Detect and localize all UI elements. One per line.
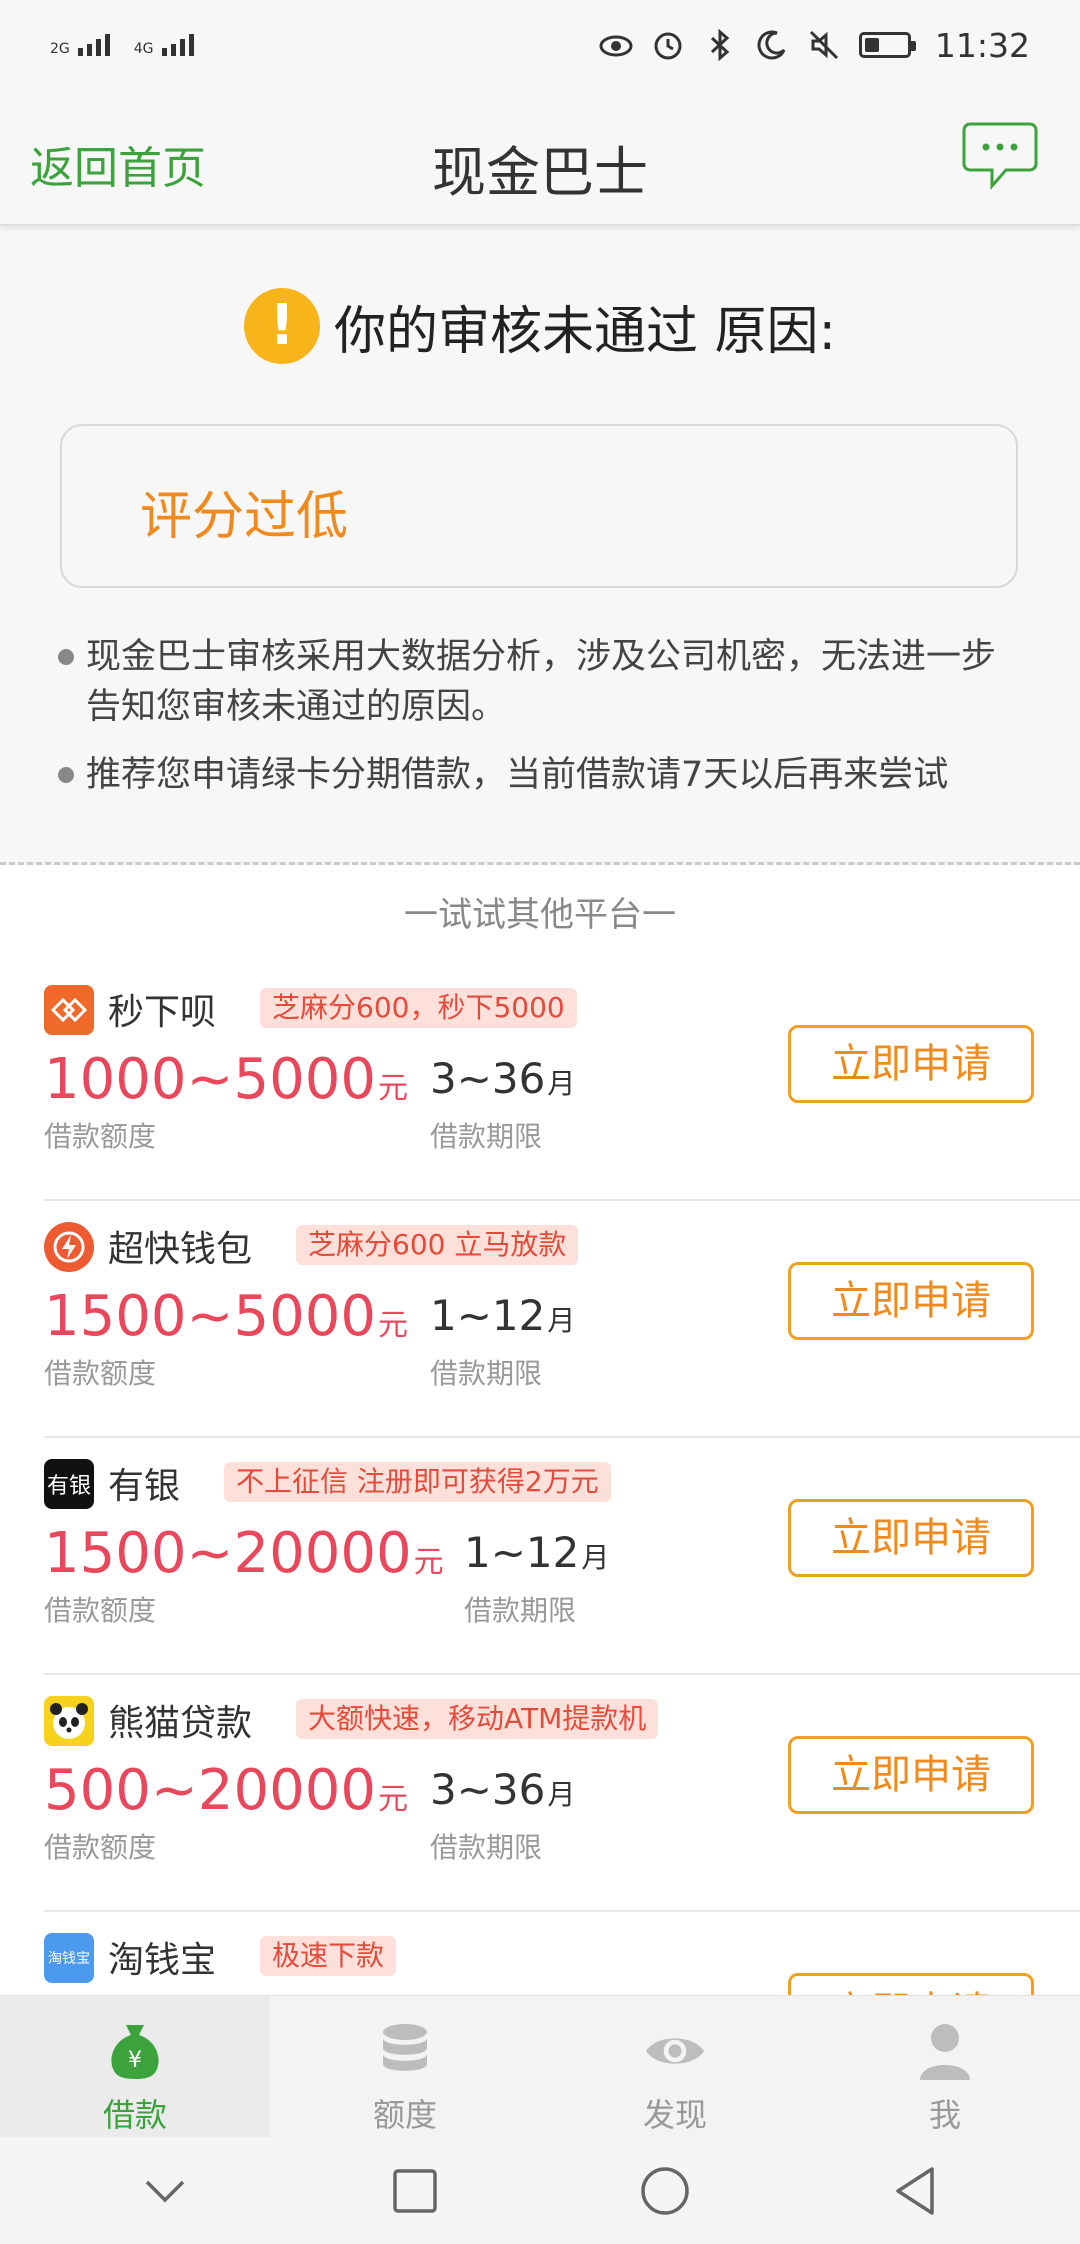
recents-square-icon[interactable] <box>385 2161 445 2221</box>
back-triangle-icon[interactable] <box>885 2161 945 2221</box>
platform-tag: 芝麻分600 立马放款 <box>296 1225 579 1265</box>
bullet-icon <box>58 649 74 665</box>
review-status-text: 你的审核未通过 原因: <box>333 301 837 362</box>
panda-logo-icon <box>44 1696 94 1746</box>
apply-button[interactable]: 立即申请 <box>788 1025 1034 1103</box>
tab-discover[interactable]: 发现 <box>540 1996 810 2138</box>
tab-me[interactable]: 我 <box>810 1996 1080 2138</box>
warning-icon: ! <box>243 288 320 364</box>
person-icon <box>914 2020 976 2082</box>
battery-icon <box>858 32 916 58</box>
platform-logo-icon <box>44 985 94 1035</box>
review-notes: 现金巴士审核采用大数据分析，涉及公司机密，无法进一步告知您审核未通过的原因。 推… <box>58 632 1018 818</box>
mute-icon <box>807 28 841 62</box>
term-label: 借款期限 <box>430 1120 543 1153</box>
note-item: 现金巴士审核采用大数据分析，涉及公司机密，无法进一步告知您审核未通过的原因。 <box>58 632 1018 732</box>
lightning-logo-icon <box>44 1222 94 1272</box>
page-title: 现金巴士 <box>432 141 648 204</box>
eye-comfort-icon <box>599 28 633 62</box>
platform-tag: 芝麻分600，秒下5000 <box>260 988 577 1028</box>
chat-bubble-icon <box>962 122 1038 190</box>
svg-text:¥: ¥ <box>128 2048 142 2073</box>
home-circle-icon[interactable] <box>635 2161 695 2221</box>
platform-item[interactable]: 超快钱包 芝麻分600 立马放款 1500~5000元 借款额度 1~12月 借… <box>0 1202 1080 1438</box>
moon-icon <box>755 28 789 62</box>
reason-text: 评分过低 <box>140 487 349 547</box>
eye-icon <box>644 2020 706 2082</box>
apply-button[interactable]: 立即申请 <box>788 1262 1034 1340</box>
term-label: 借款期限 <box>430 1831 543 1864</box>
amount-label: 借款额度 <box>44 1120 157 1153</box>
term-label: 借款期限 <box>430 1357 543 1390</box>
loan-term: 3~36月 <box>430 1765 576 1814</box>
loan-amount: 1500~5000元 <box>44 1284 408 1349</box>
amount-label: 借款额度 <box>44 1831 157 1864</box>
note-item: 推荐您申请绿卡分期借款，当前借款请7天以后再来尝试 <box>58 750 1018 800</box>
youyin-logo-icon: 有银 <box>44 1459 94 1509</box>
tab-loan[interactable]: ¥ 借款 <box>0 1996 270 2138</box>
money-bag-icon: ¥ <box>104 2020 166 2082</box>
amount-label: 借款额度 <box>44 1594 157 1627</box>
apply-button[interactable]: 立即申请 <box>788 1499 1034 1577</box>
platform-tag: 大额快速，移动ATM提款机 <box>296 1699 659 1739</box>
clock: 11:32 <box>934 25 1030 65</box>
alarm-icon <box>651 28 685 62</box>
amount-label: 借款额度 <box>44 1357 157 1390</box>
platform-name: 超快钱包 <box>108 1229 253 1270</box>
message-button[interactable] <box>962 120 1038 192</box>
system-nav-bar <box>0 2137 1080 2244</box>
platform-item[interactable]: 秒下呗 芝麻分600，秒下5000 1000~5000元 借款额度 3~36月 … <box>0 965 1080 1201</box>
signal-4g-icon: 4G <box>134 34 194 56</box>
platform-item[interactable]: 有银 有银 不上征信 注册即可获得2万元 1500~20000元 借款额度 1~… <box>0 1439 1080 1675</box>
coin-stack-icon <box>374 2020 436 2082</box>
apply-button[interactable]: 立即申请 <box>788 1973 1034 1995</box>
bullet-icon <box>58 767 74 783</box>
platform-name: 有银 <box>108 1466 181 1507</box>
apply-button[interactable]: 立即申请 <box>788 1736 1034 1814</box>
section-title: 一试试其他平台一 <box>404 895 676 935</box>
platform-name: 淘钱宝 <box>108 1940 217 1981</box>
loan-amount: 1500~20000元 <box>44 1521 444 1586</box>
signal-2g-icon: 2G <box>50 34 110 56</box>
platform-list[interactable]: 一试试其他平台一 秒下呗 芝麻分600，秒下5000 1000~5000元 借款… <box>0 865 1080 1995</box>
status-bar: 2G 4G 11:32 <box>0 0 1080 90</box>
taoqianbao-logo-icon: 淘钱宝 <box>44 1933 94 1983</box>
reason-box: 评分过低 <box>60 424 1018 588</box>
app-header: 返回首页 现金巴士 <box>0 90 1080 226</box>
tab-quota[interactable]: 额度 <box>270 1996 540 2138</box>
platform-tag: 极速下款 <box>260 1936 397 1976</box>
platform-tag: 不上征信 注册即可获得2万元 <box>224 1462 611 1502</box>
bluetooth-icon <box>703 28 737 62</box>
platform-name: 秒下呗 <box>108 992 217 1033</box>
platform-name: 熊猫贷款 <box>108 1703 253 1744</box>
review-status: ! 你的审核未通过 原因: <box>0 288 1080 364</box>
bottom-tab-bar: ¥ 借款 额度 发现 我 <box>0 1995 1080 2138</box>
platform-item[interactable]: 淘钱宝 淘钱宝 极速下款 立即申请 <box>0 1913 1080 1995</box>
loan-term: 3~36月 <box>430 1054 576 1103</box>
loan-amount: 1000~5000元 <box>44 1047 408 1112</box>
loan-term: 1~12月 <box>430 1291 576 1340</box>
loan-term: 1~12月 <box>464 1528 610 1577</box>
chevron-down-icon[interactable] <box>135 2161 195 2221</box>
loan-amount: 500~20000元 <box>44 1758 408 1823</box>
platform-item[interactable]: 熊猫贷款 大额快速，移动ATM提款机 500~20000元 借款额度 3~36月… <box>0 1676 1080 1912</box>
term-label: 借款期限 <box>464 1594 577 1627</box>
